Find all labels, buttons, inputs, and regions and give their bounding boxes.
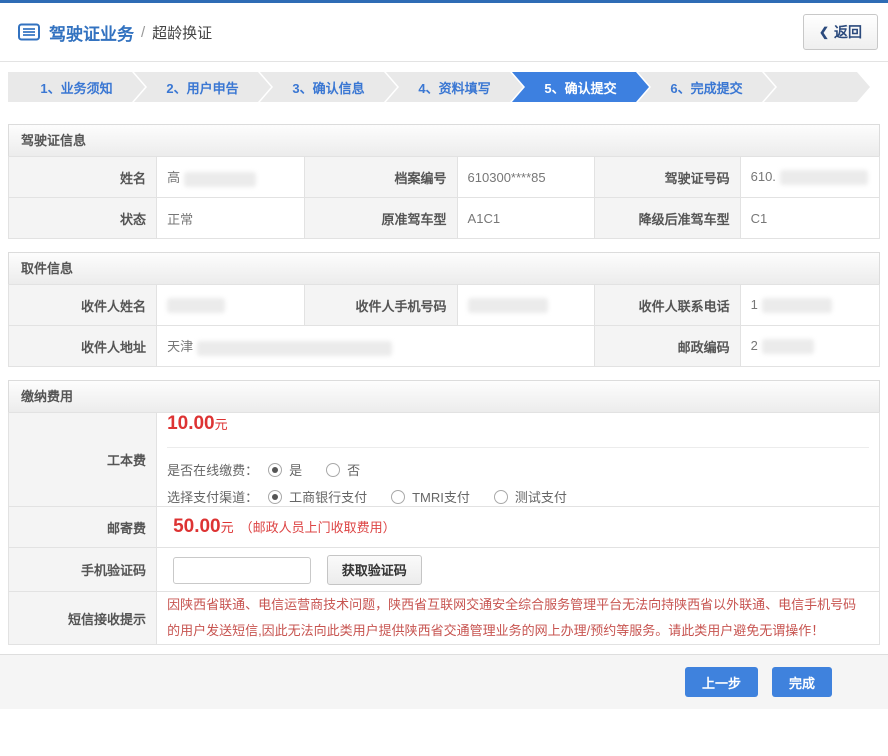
postcode-label: 邮政编码 [595, 326, 740, 367]
table-row: 收件人地址 天津 邮政编码 2 [9, 326, 880, 367]
table-row: 手机验证码 获取验证码 [9, 548, 880, 592]
recipient-phone-value: 1 [740, 285, 879, 326]
step-bar-filler [764, 72, 870, 102]
page: 驾驶证业务 / 超龄换证 ❮ 返回 1、业务须知 2、用户申告 3、确认信息 4… [0, 0, 888, 756]
pickup-info-section: 取件信息 收件人姓名 收件人手机号码 收件人联系电话 1 收件人地址 [8, 252, 880, 367]
sms-code-label: 手机验证码 [9, 548, 157, 592]
downgraded-class-value: C1 [740, 198, 879, 239]
fees-table: 工本费 10.00元 是否在线缴费： 是 否 [8, 412, 880, 645]
redacted-postcode [762, 339, 814, 354]
original-class-value: A1C1 [457, 198, 595, 239]
redacted-license-number [780, 170, 868, 185]
step-5-confirm-submit[interactable]: 5、确认提交 [512, 72, 649, 102]
radio-icon[interactable] [326, 463, 340, 477]
recipient-address-value: 天津 [157, 326, 595, 367]
payment-channel-row: 选择支付渠道： 工商银行支付 TMRI支付 测试支付 [167, 487, 869, 506]
downgraded-class-label: 降级后准驾车型 [595, 198, 740, 239]
title-bar: 驾驶证业务 / 超龄换证 ❮ 返回 [0, 3, 888, 62]
radio-icon[interactable] [268, 490, 282, 504]
sms-notice-label: 短信接收提示 [9, 592, 157, 645]
status-value: 正常 [157, 198, 305, 239]
name-value: 高 [157, 157, 305, 198]
breadcrumb-separator: / [141, 24, 145, 41]
step-3-confirm-info[interactable]: 3、确认信息 [260, 72, 397, 102]
recipient-mobile-label: 收件人手机号码 [305, 285, 457, 326]
redacted-recipient-name [167, 298, 225, 313]
cost-fee-label: 工本费 [9, 413, 157, 507]
sms-code-cell: 获取验证码 [157, 548, 880, 592]
redacted-mobile [468, 298, 548, 313]
step-2-declaration[interactable]: 2、用户申告 [134, 72, 271, 102]
table-row: 短信接收提示 因陕西省联通、电信运营商技术问题，陕西省互联网交通安全综合服务管理… [9, 592, 880, 645]
license-info-table: 姓名 高 档案编号 610300****85 驾驶证号码 610. 状态 正常 … [8, 156, 880, 239]
step-1-notice[interactable]: 1、业务须知 [8, 72, 145, 102]
status-label: 状态 [9, 198, 157, 239]
previous-step-button[interactable]: 上一步 [685, 667, 758, 697]
online-payment-row: 是否在线缴费： 是 否 [167, 460, 869, 479]
recipient-mobile-value [457, 285, 595, 326]
table-row: 收件人姓名 收件人手机号码 收件人联系电话 1 [9, 285, 880, 326]
license-number-label: 驾驶证号码 [595, 157, 740, 198]
file-number-value: 610300****85 [457, 157, 595, 198]
finish-button[interactable]: 完成 [772, 667, 832, 697]
step-progress-bar: 1、业务须知 2、用户申告 3、确认信息 4、资料填写 5、确认提交 6、完成提… [8, 72, 880, 102]
radio-icon[interactable] [268, 463, 282, 477]
radio-online-no[interactable]: 否 [326, 460, 360, 479]
recipient-name-value [157, 285, 305, 326]
recipient-phone-label: 收件人联系电话 [595, 285, 740, 326]
back-button-label: 返回 [834, 22, 862, 42]
divider [167, 447, 869, 448]
payment-channel-question: 选择支付渠道： [167, 487, 258, 506]
original-class-label: 原准驾车型 [305, 198, 457, 239]
file-number-label: 档案编号 [305, 157, 457, 198]
license-number-value: 610. [740, 157, 879, 198]
license-section-title: 驾驶证信息 [8, 124, 880, 156]
page-subtitle: 超龄换证 [152, 22, 212, 43]
online-payment-question: 是否在线缴费： [167, 460, 258, 479]
chevron-left-icon: ❮ [819, 25, 829, 39]
radio-icon[interactable] [391, 490, 405, 504]
step-4-fill-data[interactable]: 4、资料填写 [386, 72, 523, 102]
radio-channel-icbc[interactable]: 工商银行支付 [268, 487, 367, 506]
sms-notice-text: 因陕西省联通、电信运营商技术问题，陕西省互联网交通安全综合服务管理平台无法向持陕… [167, 592, 869, 644]
recipient-address-label: 收件人地址 [9, 326, 157, 367]
radio-channel-tmri[interactable]: TMRI支付 [391, 487, 470, 506]
sms-notice-cell: 因陕西省联通、电信运营商技术问题，陕西省互联网交通安全综合服务管理平台无法向持陕… [157, 592, 880, 645]
postage-fee-note: （邮政人员上门收取费用） [240, 520, 396, 535]
table-row: 工本费 10.00元 是否在线缴费： 是 否 [9, 413, 880, 507]
form-list-icon [18, 23, 40, 41]
redacted-phone [762, 298, 832, 313]
step-6-complete[interactable]: 6、完成提交 [638, 72, 775, 102]
cost-fee-cell: 10.00元 是否在线缴费： 是 否 [157, 413, 880, 507]
postcode-value: 2 [740, 326, 879, 367]
redacted-address [197, 341, 392, 356]
cost-fee-amount: 10.00元 [167, 413, 869, 435]
page-title: 驾驶证业务 [49, 20, 134, 45]
table-row: 姓名 高 档案编号 610300****85 驾驶证号码 610. [9, 157, 880, 198]
radio-online-yes[interactable]: 是 [268, 460, 302, 479]
recipient-name-label: 收件人姓名 [9, 285, 157, 326]
redacted-name [184, 172, 256, 187]
license-info-section: 驾驶证信息 姓名 高 档案编号 610300****85 驾驶证号码 610. … [8, 124, 880, 239]
table-row: 邮寄费 50.00元（邮政人员上门收取费用） [9, 507, 880, 548]
get-code-button[interactable]: 获取验证码 [327, 555, 422, 585]
sms-code-input[interactable] [173, 557, 311, 584]
back-button[interactable]: ❮ 返回 [803, 14, 878, 50]
pickup-section-title: 取件信息 [8, 252, 880, 284]
pickup-info-table: 收件人姓名 收件人手机号码 收件人联系电话 1 收件人地址 天津 邮政编码 [8, 284, 880, 367]
table-row: 状态 正常 原准驾车型 A1C1 降级后准驾车型 C1 [9, 198, 880, 239]
radio-channel-test[interactable]: 测试支付 [494, 487, 567, 506]
radio-icon[interactable] [494, 490, 508, 504]
postage-fee-cell: 50.00元（邮政人员上门收取费用） [157, 507, 880, 548]
fees-section: 缴纳费用 工本费 10.00元 是否在线缴费： 是 [8, 380, 880, 645]
postage-fee-label: 邮寄费 [9, 507, 157, 548]
footer-action-bar: 上一步 完成 [0, 654, 888, 709]
fees-section-title: 缴纳费用 [8, 380, 880, 412]
name-label: 姓名 [9, 157, 157, 198]
